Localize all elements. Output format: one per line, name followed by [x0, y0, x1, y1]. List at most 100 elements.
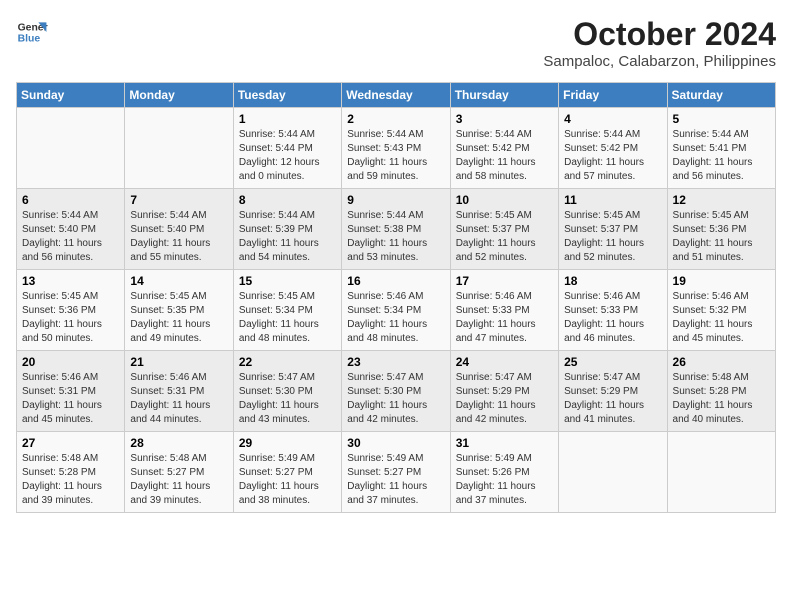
calendar-day-cell: [559, 432, 667, 513]
calendar-week-row: 27 Sunrise: 5:48 AMSunset: 5:28 PMDayligh…: [17, 432, 776, 513]
day-detail: Sunrise: 5:46 AMSunset: 5:33 PMDaylight:…: [456, 290, 553, 346]
calendar-day-cell: 12Sunrise: 5:45 AMSunset: 5:36 PMDayligh…: [667, 189, 775, 270]
day-detail: Sunrise: 5:49 AMSunset: 5:26 PMDaylight:…: [456, 452, 553, 508]
day-detail: Sunrise: 5:45 AMSunset: 5:37 PMDaylight:…: [564, 209, 661, 265]
day-number: 23: [347, 355, 444, 369]
logo: General Blue: [16, 16, 48, 48]
day-number: 29: [239, 436, 336, 450]
calendar-day-cell: 25 Sunrise: 5:47 AMSunset: 5:29 PMDayligh…: [559, 351, 667, 432]
day-detail: Sunrise: 5:44 AMSunset: 5:39 PMDaylight:…: [239, 209, 336, 265]
page-title: October 2024: [543, 16, 776, 53]
weekday-header: Saturday: [667, 83, 775, 108]
day-detail: Sunrise: 5:48 AMSunset: 5:28 PMDaylight:…: [673, 371, 770, 427]
day-detail: Sunrise: 5:46 AMSunset: 5:33 PMDaylight:…: [564, 290, 661, 346]
calendar-day-cell: 10 Sunrise: 5:45 AMSunset: 5:37 PMDayligh…: [450, 189, 558, 270]
calendar-week-row: 6 Sunrise: 5:44 AMSunset: 5:40 PMDaylight…: [17, 189, 776, 270]
calendar-day-cell: 18 Sunrise: 5:46 AMSunset: 5:33 PMDayligh…: [559, 270, 667, 351]
day-detail: Sunrise: 5:45 AMSunset: 5:36 PMDaylight:…: [22, 290, 119, 346]
calendar-day-cell: 13 Sunrise: 5:45 AMSunset: 5:36 PMDayligh…: [17, 270, 125, 351]
day-number: 16: [347, 274, 444, 288]
calendar-day-cell: 17 Sunrise: 5:46 AMSunset: 5:33 PMDayligh…: [450, 270, 558, 351]
calendar-day-cell: [17, 108, 125, 189]
calendar-day-cell: 20Sunrise: 5:46 AMSunset: 5:31 PMDayligh…: [17, 351, 125, 432]
calendar-day-cell: 9Sunrise: 5:44 AMSunset: 5:38 PMDaylight…: [342, 189, 450, 270]
title-block: October 2024 Sampaloc, Calabarzon, Phili…: [543, 16, 776, 70]
day-number: 9: [347, 193, 444, 207]
calendar-week-row: 20Sunrise: 5:46 AMSunset: 5:31 PMDayligh…: [17, 351, 776, 432]
calendar-week-row: 13 Sunrise: 5:45 AMSunset: 5:36 PMDayligh…: [17, 270, 776, 351]
day-detail: Sunrise: 5:44 AMSunset: 5:41 PMDaylight:…: [673, 128, 770, 184]
day-number: 25: [564, 355, 661, 369]
calendar-day-cell: 21Sunrise: 5:46 AMSunset: 5:31 PMDayligh…: [125, 351, 233, 432]
day-detail: Sunrise: 5:44 AMSunset: 5:42 PMDaylight:…: [564, 128, 661, 184]
day-number: 2: [347, 112, 444, 126]
weekday-header: Sunday: [17, 83, 125, 108]
svg-text:Blue: Blue: [18, 34, 41, 45]
calendar-week-row: 1 Sunrise: 5:44 AMSunset: 5:44 PMDaylight…: [17, 108, 776, 189]
calendar-day-cell: 1 Sunrise: 5:44 AMSunset: 5:44 PMDaylight…: [233, 108, 341, 189]
calendar-day-cell: 27 Sunrise: 5:48 AMSunset: 5:28 PMDayligh…: [17, 432, 125, 513]
calendar-header-row: SundayMondayTuesdayWednesdayThursdayFrid…: [17, 83, 776, 108]
day-number: 5: [673, 112, 770, 126]
calendar-day-cell: 15Sunrise: 5:45 AMSunset: 5:34 PMDayligh…: [233, 270, 341, 351]
day-number: 22: [239, 355, 336, 369]
day-number: 6: [22, 193, 119, 207]
day-number: 28: [130, 436, 227, 450]
day-number: 1: [239, 112, 336, 126]
day-number: 17: [456, 274, 553, 288]
calendar-day-cell: 31 Sunrise: 5:49 AMSunset: 5:26 PMDayligh…: [450, 432, 558, 513]
day-number: 24: [456, 355, 553, 369]
day-number: 31: [456, 436, 553, 450]
calendar-day-cell: 23 Sunrise: 5:47 AMSunset: 5:30 PMDayligh…: [342, 351, 450, 432]
day-number: 18: [564, 274, 661, 288]
calendar-day-cell: 7 Sunrise: 5:44 AMSunset: 5:40 PMDaylight…: [125, 189, 233, 270]
calendar-day-cell: [125, 108, 233, 189]
calendar-day-cell: 4 Sunrise: 5:44 AMSunset: 5:42 PMDaylight…: [559, 108, 667, 189]
day-detail: Sunrise: 5:44 AMSunset: 5:44 PMDaylight:…: [239, 128, 336, 184]
calendar-day-cell: 8 Sunrise: 5:44 AMSunset: 5:39 PMDaylight…: [233, 189, 341, 270]
day-detail: Sunrise: 5:46 AMSunset: 5:34 PMDaylight:…: [347, 290, 444, 346]
calendar-day-cell: 11 Sunrise: 5:45 AMSunset: 5:37 PMDayligh…: [559, 189, 667, 270]
day-number: 3: [456, 112, 553, 126]
page-header: General Blue October 2024 Sampaloc, Cala…: [16, 16, 776, 70]
calendar-day-cell: [667, 432, 775, 513]
calendar-day-cell: 19 Sunrise: 5:46 AMSunset: 5:32 PMDayligh…: [667, 270, 775, 351]
day-detail: Sunrise: 5:45 AMSunset: 5:34 PMDaylight:…: [239, 290, 336, 346]
day-detail: Sunrise: 5:46 AMSunset: 5:32 PMDaylight:…: [673, 290, 770, 346]
day-number: 4: [564, 112, 661, 126]
day-number: 26: [673, 355, 770, 369]
day-detail: Sunrise: 5:47 AMSunset: 5:29 PMDaylight:…: [564, 371, 661, 427]
day-number: 10: [456, 193, 553, 207]
day-detail: Sunrise: 5:47 AMSunset: 5:30 PMDaylight:…: [347, 371, 444, 427]
day-number: 8: [239, 193, 336, 207]
day-number: 7: [130, 193, 227, 207]
day-detail: Sunrise: 5:44 AMSunset: 5:40 PMDaylight:…: [130, 209, 227, 265]
calendar-day-cell: 29 Sunrise: 5:49 AMSunset: 5:27 PMDayligh…: [233, 432, 341, 513]
day-number: 30: [347, 436, 444, 450]
day-detail: Sunrise: 5:44 AMSunset: 5:42 PMDaylight:…: [456, 128, 553, 184]
calendar-day-cell: 2 Sunrise: 5:44 AMSunset: 5:43 PMDaylight…: [342, 108, 450, 189]
day-detail: Sunrise: 5:49 AMSunset: 5:27 PMDaylight:…: [239, 452, 336, 508]
day-detail: Sunrise: 5:48 AMSunset: 5:27 PMDaylight:…: [130, 452, 227, 508]
day-detail: Sunrise: 5:45 AMSunset: 5:35 PMDaylight:…: [130, 290, 227, 346]
day-detail: Sunrise: 5:45 AMSunset: 5:37 PMDaylight:…: [456, 209, 553, 265]
calendar-day-cell: 30 Sunrise: 5:49 AMSunset: 5:27 PMDayligh…: [342, 432, 450, 513]
calendar-day-cell: 3 Sunrise: 5:44 AMSunset: 5:42 PMDaylight…: [450, 108, 558, 189]
day-number: 27: [22, 436, 119, 450]
day-detail: Sunrise: 5:49 AMSunset: 5:27 PMDaylight:…: [347, 452, 444, 508]
day-detail: Sunrise: 5:48 AMSunset: 5:28 PMDaylight:…: [22, 452, 119, 508]
weekday-header: Friday: [559, 83, 667, 108]
calendar-day-cell: 16 Sunrise: 5:46 AMSunset: 5:34 PMDayligh…: [342, 270, 450, 351]
day-detail: Sunrise: 5:47 AMSunset: 5:30 PMDaylight:…: [239, 371, 336, 427]
weekday-header: Monday: [125, 83, 233, 108]
day-detail: Sunrise: 5:44 AMSunset: 5:40 PMDaylight:…: [22, 209, 119, 265]
calendar-day-cell: 14 Sunrise: 5:45 AMSunset: 5:35 PMDayligh…: [125, 270, 233, 351]
day-number: 13: [22, 274, 119, 288]
day-detail: Sunrise: 5:44 AMSunset: 5:43 PMDaylight:…: [347, 128, 444, 184]
day-number: 14: [130, 274, 227, 288]
day-detail: Sunrise: 5:45 AMSunset: 5:36 PMDaylight:…: [673, 209, 770, 265]
day-number: 11: [564, 193, 661, 207]
calendar-day-cell: 22 Sunrise: 5:47 AMSunset: 5:30 PMDayligh…: [233, 351, 341, 432]
day-number: 19: [673, 274, 770, 288]
day-detail: Sunrise: 5:46 AMSunset: 5:31 PMDaylight:…: [22, 371, 119, 427]
